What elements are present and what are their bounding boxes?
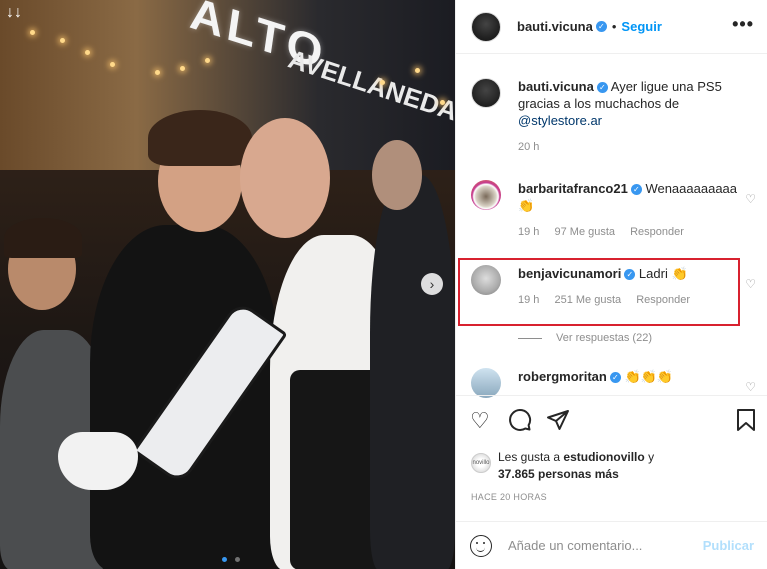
comment-text: barbaritafranco21 ✓ Wenaaaaaaaaa 👏 [518, 180, 756, 214]
comment-avatar[interactable] [471, 180, 501, 210]
teen-hair [148, 110, 252, 166]
save-bookmark-icon[interactable] [736, 408, 756, 438]
comment-likes[interactable]: 97 Me gusta [554, 226, 615, 238]
caption-username[interactable]: bauti.vicuna [518, 79, 594, 94]
likes-prefix: Les gusta a [498, 450, 564, 464]
child-left-hair [4, 218, 82, 258]
string-light [110, 62, 115, 67]
carousel-dot-active [222, 557, 227, 562]
caption-text: bauti.vicuna ✓ Ayer ligue una PS5 gracias… [518, 78, 756, 129]
verified-icon: ✓ [630, 184, 642, 196]
view-replies-label[interactable]: Ver respuestas (22) [556, 332, 652, 344]
next-photo-button[interactable]: › [421, 273, 443, 295]
share-paper-plane-icon[interactable] [546, 408, 570, 438]
like-comment-heart-icon[interactable]: ♡ [745, 380, 756, 394]
verified-icon: ✓ [596, 82, 608, 94]
like-heart-icon[interactable]: ♡ [470, 408, 490, 434]
like-comment-heart-icon[interactable]: ♡ [745, 192, 756, 206]
caption-avatar[interactable] [471, 78, 501, 108]
string-light [60, 38, 65, 43]
verified-icon: ✓ [595, 21, 607, 32]
string-light [155, 70, 160, 75]
author-username[interactable]: bauti.vicuna [517, 19, 593, 34]
likes-text: Les gusta a estudionovillo y 37.865 pers… [498, 449, 654, 483]
comment-avatar[interactable] [471, 368, 501, 398]
caption-mention-link[interactable]: @stylestore.ar [518, 113, 602, 128]
string-light [205, 58, 210, 63]
like-comment-heart-icon[interactable]: ♡ [745, 277, 756, 291]
action-bar: ♡ [456, 395, 767, 449]
add-comment-bar: Publicar [456, 521, 767, 569]
caption: bauti.vicuna ✓ Ayer ligue una PS5 gracias… [471, 78, 756, 153]
reply-button[interactable]: Responder [630, 226, 684, 238]
follow-button[interactable]: Seguir [621, 19, 661, 34]
header-separator: • [611, 19, 617, 34]
post-time-ago[interactable]: HACE 20 HORAS [471, 492, 547, 502]
comment-item: barbaritafranco21 ✓ Wenaaaaaaaaa 👏 19 h 9… [471, 180, 756, 238]
string-light [380, 80, 385, 85]
author-avatar[interactable] [471, 11, 501, 42]
comment-meta: 19 h 97 Me gusta Responder [518, 226, 756, 238]
string-light [30, 30, 35, 35]
likes-middle: y [644, 450, 655, 464]
publish-button[interactable]: Publicar [703, 538, 754, 553]
ps5-controller [58, 432, 138, 490]
man-right [370, 175, 455, 569]
comment-username[interactable]: barbaritafranco21 [518, 181, 628, 196]
comment-input[interactable] [508, 538, 698, 553]
post-header: bauti.vicuna ✓ • Seguir ••• [456, 0, 767, 54]
more-options-icon[interactable]: ••• [732, 14, 754, 35]
replies-line [518, 337, 542, 339]
post-photo[interactable]: ALTO AVELLANEDA ↓↓ › [0, 0, 455, 569]
caption-time[interactable]: 20 h [518, 141, 539, 153]
likes-count[interactable]: 37.865 personas más [498, 467, 619, 481]
comment-body: 👏👏👏 [620, 369, 674, 384]
string-light [85, 50, 90, 55]
man-right-face [372, 140, 422, 210]
string-light [440, 100, 445, 105]
highlight-box [458, 258, 740, 326]
verified-icon: ✓ [609, 372, 621, 384]
caption-meta: 20 h [518, 141, 756, 153]
emoji-smiley-icon[interactable] [470, 534, 492, 557]
comment-item: robergmoritan ✓ 👏👏👏 ♡ [471, 368, 756, 398]
liker-username[interactable]: estudionovillo [563, 450, 644, 464]
string-light [180, 66, 185, 71]
comment-username[interactable]: robergmoritan [518, 369, 607, 384]
liker-avatar[interactable]: novillo [471, 453, 491, 473]
comment-bubble-icon[interactable] [508, 408, 532, 438]
comment-text: robergmoritan ✓ 👏👏👏 [518, 368, 756, 385]
carousel-dot [235, 557, 241, 562]
view-replies[interactable]: Ver respuestas (22) [518, 332, 652, 344]
carousel-dots [220, 549, 242, 567]
string-light [415, 68, 420, 73]
download-icon[interactable]: ↓↓ [6, 4, 22, 22]
comment-time[interactable]: 19 h [518, 226, 539, 238]
likes-summary: novillo Les gusta a estudionovillo y 37.… [471, 449, 654, 483]
